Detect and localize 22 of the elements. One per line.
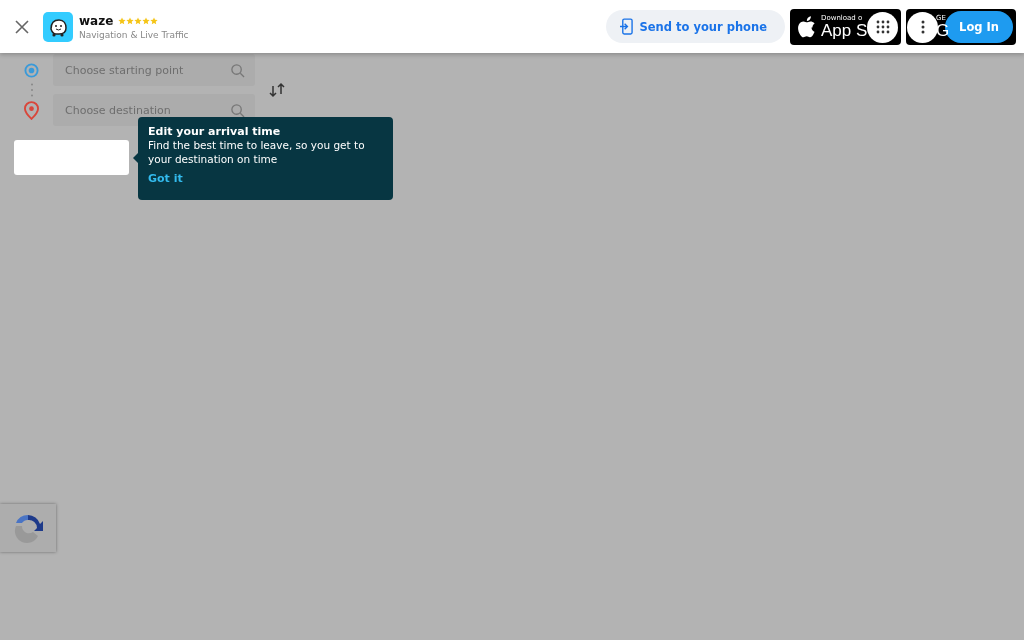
swap-arrows-icon[interactable] <box>268 82 286 98</box>
recaptcha-icon <box>12 512 44 544</box>
start-point-icon <box>24 62 39 78</box>
kebab-menu-icon <box>920 20 925 34</box>
badge-store-name: App S <box>821 21 868 39</box>
phone-icon <box>619 18 633 35</box>
starting-point-field[interactable]: Choose starting point <box>53 54 255 86</box>
app-logo-icon <box>43 11 73 42</box>
app-name: waze <box>79 13 114 28</box>
tooltip-text: Find the best time to leave, so you get to your destination on time <box>148 138 366 166</box>
got-it-link[interactable]: Got it <box>148 172 183 185</box>
search-icon <box>230 103 245 118</box>
send-to-phone-button[interactable]: Send to your phone <box>605 10 785 43</box>
search-icon <box>230 63 245 78</box>
close-icon[interactable] <box>15 19 29 34</box>
destination-pin-icon <box>24 100 39 120</box>
more-options-button[interactable] <box>907 11 938 43</box>
apple-icon <box>798 15 816 38</box>
app-subtitle: Navigation & Live Traffic <box>79 29 189 40</box>
grid-icon <box>875 20 890 34</box>
apps-grid-button[interactable] <box>867 11 898 43</box>
tooltip-title: Edit your arrival time <box>148 125 282 138</box>
